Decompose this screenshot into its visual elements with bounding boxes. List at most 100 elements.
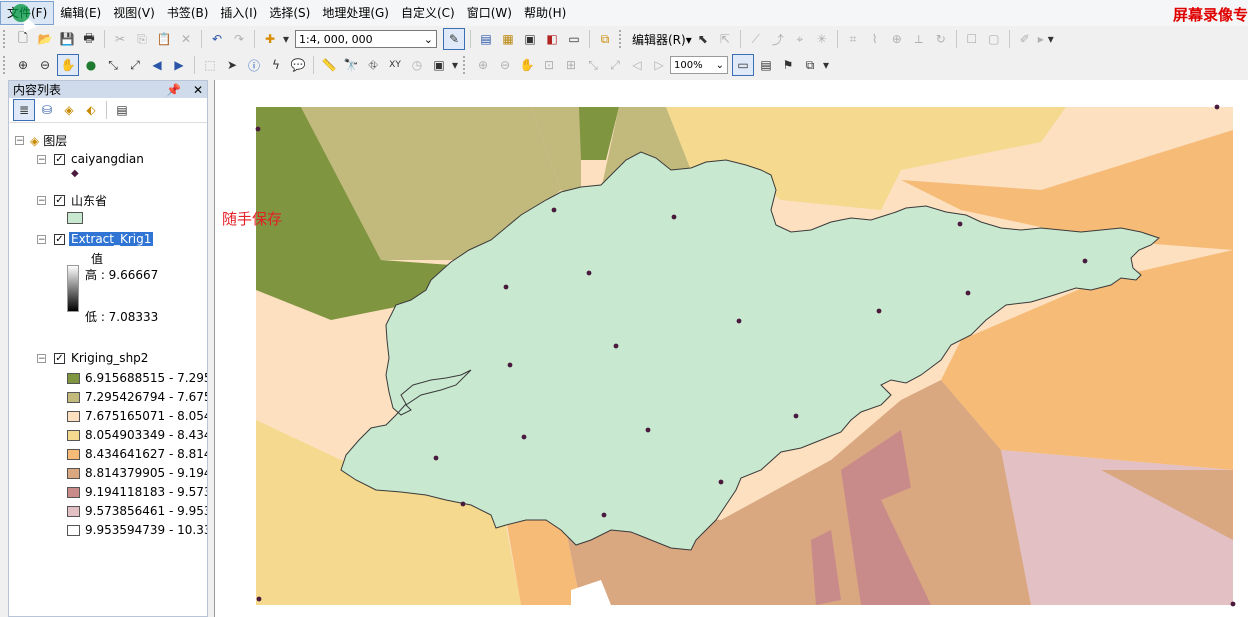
class-legend-item[interactable]: 6.915688515 - 7.2954 xyxy=(67,371,207,385)
class-legend-item[interactable]: 8.054903349 - 8.4346 xyxy=(67,428,207,442)
menu-insert[interactable]: 插入(I) xyxy=(214,2,263,24)
create-viewer-window-icon[interactable]: ▣ xyxy=(429,55,449,75)
edit-tool-icon[interactable]: ⬉ xyxy=(693,29,713,49)
list-by-drawing-order-icon[interactable]: ≣ xyxy=(13,99,35,121)
pin-icon[interactable]: 📌 xyxy=(166,83,181,97)
save-icon[interactable]: 💾 xyxy=(57,29,77,49)
find-icon[interactable]: 🔭 xyxy=(341,55,361,75)
collapse-icon[interactable]: − xyxy=(37,196,46,206)
more-tools-icon[interactable]: ▸ xyxy=(1037,29,1045,49)
visibility-checkbox[interactable]: ✓ xyxy=(54,153,65,165)
zoom-whole-page-icon[interactable]: ⊡ xyxy=(539,55,559,75)
python-window-icon[interactable]: ▭ xyxy=(564,29,584,49)
layer-row-extract-krig1[interactable]: − ✓ Extract_Krig1 xyxy=(37,232,154,246)
print-icon[interactable]: 🖶 xyxy=(79,29,99,49)
layer-row-kriging[interactable]: − ✓ Kriging_shp2 xyxy=(37,351,148,365)
pan-icon[interactable]: ✋ xyxy=(57,54,79,76)
fixed-zoom-in-icon[interactable]: ⤡ xyxy=(103,55,123,75)
collapse-icon[interactable]: − xyxy=(37,353,46,363)
map-canvas[interactable] xyxy=(215,80,1248,617)
visibility-checkbox[interactable]: ✓ xyxy=(54,195,65,206)
split-icon[interactable]: ⟂ xyxy=(909,29,929,49)
dropdown-arrow-icon[interactable]: ▾ xyxy=(282,29,290,49)
list-by-selection-icon[interactable]: ⬖ xyxy=(81,100,101,120)
sample-point[interactable] xyxy=(645,427,651,433)
visibility-checkbox[interactable]: ✓ xyxy=(54,352,65,364)
map-view[interactable] xyxy=(214,80,1248,617)
collapse-icon[interactable]: − xyxy=(37,154,46,164)
hyperlink-icon[interactable]: ϟ xyxy=(266,55,286,75)
edit-annotation-icon[interactable]: ⇱ xyxy=(715,29,735,49)
menu-geoprocessing[interactable]: 地理处理(G) xyxy=(316,2,395,24)
edit-vertices-icon[interactable]: ⌗ xyxy=(843,29,863,49)
modelbuilder-icon[interactable]: ⧉ xyxy=(595,29,615,49)
table-of-contents-icon[interactable]: ▤ xyxy=(476,29,496,49)
catalog-icon[interactable]: ▦ xyxy=(498,29,518,49)
focus-data-frame-icon[interactable]: ▤ xyxy=(756,55,776,75)
layout-pan-icon[interactable]: ✋ xyxy=(517,55,537,75)
full-extent-icon[interactable]: ● xyxy=(81,55,101,75)
sample-point[interactable] xyxy=(613,343,619,349)
sample-point[interactable] xyxy=(433,455,439,461)
layout-zoom-in-icon[interactable]: ⊕ xyxy=(473,55,493,75)
class-legend-item[interactable]: 8.434641627 - 8.8143 xyxy=(67,447,207,461)
sample-point[interactable] xyxy=(507,362,513,368)
class-legend-item[interactable]: 7.675165071 - 8.0549 xyxy=(67,409,207,423)
identify-icon[interactable]: ⓘ xyxy=(244,55,264,75)
measure-icon[interactable]: 📏 xyxy=(319,55,339,75)
undo-icon[interactable]: ↶ xyxy=(207,29,227,49)
zoom-out-icon[interactable]: ⊖ xyxy=(35,55,55,75)
toggle-draft-mode-icon[interactable]: ▭ xyxy=(732,54,754,76)
fixed-zoom-layout-icon[interactable]: ⤡ xyxy=(583,55,603,75)
polygon-symbol[interactable] xyxy=(67,212,83,224)
toolbar-grip[interactable] xyxy=(3,30,9,48)
arctoolbox-icon[interactable]: ◧ xyxy=(542,29,562,49)
rotate-icon[interactable]: ↻ xyxy=(931,29,951,49)
change-layout-icon[interactable]: ⚑ xyxy=(778,55,798,75)
create-features-icon[interactable]: ✐ xyxy=(1015,29,1035,49)
end-point-arc-icon[interactable]: ⤴ xyxy=(768,29,788,49)
menu-windows[interactable]: 窗口(W) xyxy=(461,2,518,24)
toolbar-grip[interactable] xyxy=(619,30,625,48)
find-route-icon[interactable]: ⛗ xyxy=(363,55,383,75)
layout-zoom-combo[interactable]: 100% ⌄ xyxy=(670,56,728,74)
data-driven-pages-icon[interactable]: ⧉ xyxy=(800,55,820,75)
open-folder-icon[interactable]: 📂 xyxy=(35,29,55,49)
sample-point[interactable] xyxy=(957,221,963,227)
cut-polygons-icon[interactable]: ⊕ xyxy=(887,29,907,49)
class-legend-item[interactable]: 9.953594739 - 10.333 xyxy=(67,523,207,537)
options-icon[interactable]: ▤ xyxy=(112,100,132,120)
class-legend-item[interactable]: 7.295426794 - 7.6751 xyxy=(67,390,207,404)
html-popup-icon[interactable]: 💬 xyxy=(288,55,308,75)
editor-menu[interactable]: 编辑器(R)▾ xyxy=(632,31,692,48)
paste-icon[interactable]: 📋 xyxy=(154,29,174,49)
layout-zoom-out-icon[interactable]: ⊖ xyxy=(495,55,515,75)
search-window-icon[interactable]: ▣ xyxy=(520,29,540,49)
select-by-rectangle-icon[interactable]: ⬚ xyxy=(200,55,220,75)
layer-row-caiyangdian[interactable]: − ✓ caiyangdian xyxy=(37,152,144,166)
cut-icon[interactable]: ✂ xyxy=(110,29,130,49)
toolbar-options-icon[interactable]: ▾ xyxy=(451,55,459,75)
attributes-icon[interactable]: ☐ xyxy=(962,29,982,49)
sketch-properties-icon[interactable]: ▢ xyxy=(984,29,1004,49)
toolbar-grip[interactable] xyxy=(3,56,9,74)
editor-toolbar-icon[interactable]: ✎ xyxy=(443,28,465,50)
menu-view[interactable]: 视图(V) xyxy=(107,2,161,24)
sample-point[interactable] xyxy=(1214,104,1220,110)
class-legend-item[interactable]: 9.194118183 - 9.5738 xyxy=(67,485,207,499)
list-by-visibility-icon[interactable]: ◈ xyxy=(59,100,79,120)
collapse-icon[interactable]: − xyxy=(37,234,46,244)
sample-point[interactable] xyxy=(586,270,592,276)
time-slider-icon[interactable]: ◷ xyxy=(407,55,427,75)
menu-bookmarks[interactable]: 书签(B) xyxy=(161,2,215,24)
sample-point[interactable] xyxy=(876,308,882,314)
list-by-source-icon[interactable]: ⛁ xyxy=(37,100,57,120)
back-extent-icon[interactable]: ◀ xyxy=(147,55,167,75)
point-icon[interactable]: ✳ xyxy=(812,29,832,49)
menu-customize[interactable]: 自定义(C) xyxy=(395,2,461,24)
sample-point[interactable] xyxy=(503,284,509,290)
visibility-checkbox[interactable]: ✓ xyxy=(54,233,65,245)
menu-edit[interactable]: 编辑(E) xyxy=(54,2,107,24)
sample-point[interactable] xyxy=(1082,258,1088,264)
copy-icon[interactable]: ⎘ xyxy=(132,29,152,49)
